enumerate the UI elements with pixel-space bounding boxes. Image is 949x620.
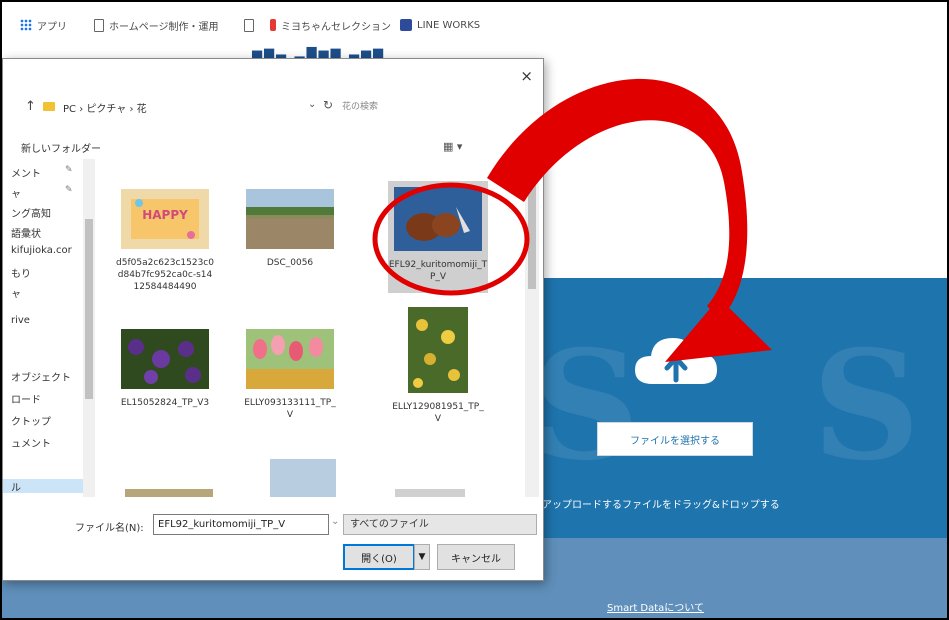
breadcrumb[interactable]: PC › ピクチャ › 花 <box>63 100 147 115</box>
bookmark-line-works[interactable]: LINE WORKS <box>400 16 480 34</box>
refresh-icon[interactable]: ↻ <box>323 98 333 112</box>
file-name: DSC_0056 <box>266 258 314 268</box>
address-bar: ↑ PC › ピクチャ › 花 ⌄ ↻ 花の検索 <box>3 95 543 121</box>
apps-grid-icon <box>20 19 32 31</box>
view-options-icon[interactable]: ▦ ▾ <box>443 140 462 153</box>
drop-instruction: アップロードするファイルをドラッグ&ドロップする <box>542 500 780 511</box>
sidebar-item[interactable]: オブジェクト <box>11 369 71 384</box>
file-thumbnail-partial <box>395 489 465 497</box>
bookmark-label: LINE WORKS <box>417 19 481 31</box>
svg-text:HAPPY: HAPPY <box>142 208 188 222</box>
file-item-selected[interactable]: EFL92_kuritomomiji_TP_V <box>388 181 488 293</box>
bookmark-selection[interactable]: ミヨちゃんセレクション <box>270 16 391 34</box>
file-name: EFL92_kuritomomiji_TP_V <box>388 260 488 282</box>
sidebar-item[interactable]: ャ <box>11 185 21 200</box>
sidebar-item[interactable]: メント <box>11 165 41 180</box>
open-options-dropdown[interactable]: ▼ <box>414 544 430 570</box>
file-open-dialog: × ↑ PC › ピクチャ › 花 ⌄ ↻ 花の検索 新しいフォルダー ▦ ▾ … <box>2 58 544 581</box>
chevron-down-icon[interactable]: ⌄ <box>331 516 339 527</box>
folder-icon <box>43 102 55 111</box>
decorative-shape: S <box>812 318 921 494</box>
sidebar-item[interactable]: もり <box>11 265 31 280</box>
sidebar-item[interactable]: クトップ <box>11 413 51 428</box>
file-item[interactable]: HAPPY d5f05a2c623c1523c0d84b7fc952ca0c-s… <box>110 189 220 293</box>
page-icon <box>94 18 104 32</box>
sidebar-item[interactable]: rive <box>11 315 30 326</box>
file-name: ELLY129081951_TP_V <box>392 402 484 424</box>
sidebar-item[interactable]: 語彙状 <box>11 225 41 240</box>
bookmark-icon <box>270 19 276 31</box>
line-works-icon <box>400 19 412 31</box>
file-thumbnail <box>394 187 482 251</box>
screenshot-frame: アプリ ホームページ制作・運用 ミヨちゃんセレクション LINE WORKS ▅… <box>0 0 949 620</box>
chevron-down-icon[interactable]: ⌄ <box>308 99 316 110</box>
file-thumbnail <box>121 329 209 389</box>
open-button[interactable]: 開く(O) <box>343 544 415 570</box>
sidebar-item[interactable]: ル <box>11 479 21 494</box>
bookmark-label: ホームページ制作・運用 <box>109 21 219 33</box>
file-thumbnail-partial <box>125 489 213 497</box>
navigation-pane: メント ✎ ャ ✎ ング高知 語彙状 kifujioka.cor もり ャ ri… <box>3 159 95 497</box>
sidebar-item[interactable]: ャ <box>11 285 21 300</box>
file-thumbnail: HAPPY <box>121 189 209 249</box>
pin-icon: ✎ <box>65 165 73 175</box>
close-icon[interactable]: × <box>520 67 533 85</box>
sidebar-item[interactable]: kifujioka.cor <box>11 245 72 256</box>
pin-icon: ✎ <box>65 185 73 195</box>
file-name: d5f05a2c623c1523c0d84b7fc952ca0c-s141258… <box>116 258 214 292</box>
file-thumbnail <box>246 189 334 249</box>
bookmark-homepage[interactable]: ホームページ制作・運用 <box>94 16 219 34</box>
file-thumbnail <box>246 329 334 389</box>
select-file-button[interactable]: ファイルを選択する <box>597 422 753 456</box>
file-item[interactable]: DSC_0056 <box>235 189 345 269</box>
dialog-toolbar: 新しいフォルダー ▦ ▾ <box>3 137 543 159</box>
filetype-select[interactable]: すべてのファイル <box>343 514 537 535</box>
sidebar-scrollbar[interactable] <box>83 159 95 497</box>
decorative-shape: S <box>542 318 641 494</box>
scrollbar-thumb[interactable] <box>528 179 536 289</box>
bookmark-apps[interactable]: アプリ <box>20 16 67 34</box>
sidebar-item[interactable]: ロード <box>11 391 41 406</box>
cloud-upload-icon <box>635 338 717 384</box>
up-arrow-icon[interactable]: ↑ <box>25 99 36 114</box>
page-header-area <box>542 48 947 278</box>
bookmark-page[interactable] <box>244 16 254 34</box>
page-icon <box>244 18 254 32</box>
file-list-scrollbar[interactable] <box>525 159 539 497</box>
file-item[interactable]: EL15052824_TP_V3 <box>110 329 220 409</box>
file-item[interactable]: ELLY129081951_TP_V <box>383 307 493 425</box>
upload-area[interactable]: S S ファイルを選択する アップロードするファイルをドラッグ&ドロップする <box>542 278 947 538</box>
cancel-button[interactable]: キャンセル <box>437 544 515 570</box>
file-list: HAPPY d5f05a2c623c1523c0d84b7fc952ca0c-s… <box>95 159 525 497</box>
smart-data-link[interactable]: Smart Dataについて <box>607 599 704 614</box>
filename-input[interactable]: EFL92_kuritomomiji_TP_V <box>153 514 329 535</box>
new-folder-button[interactable]: 新しいフォルダー <box>21 140 101 155</box>
search-input[interactable]: 花の検索 <box>338 99 532 115</box>
file-name: ELLY093133111_TP_V <box>244 398 336 420</box>
file-thumbnail-partial <box>270 459 336 497</box>
file-item[interactable]: ELLY093133111_TP_V <box>235 329 345 421</box>
bookmarks-bar: アプリ ホームページ制作・運用 ミヨちゃんセレクション LINE WORKS <box>2 2 947 48</box>
bookmark-label: アプリ <box>37 21 67 33</box>
filename-label: ファイル名(N): <box>75 523 144 534</box>
scrollbar-thumb[interactable] <box>85 219 93 399</box>
file-name: EL15052824_TP_V3 <box>120 398 210 408</box>
bookmark-label: ミヨちゃんセレクション <box>281 21 391 33</box>
sidebar-item[interactable]: ング高知 <box>11 205 51 220</box>
sidebar-item[interactable]: ュメント <box>11 435 51 450</box>
file-thumbnail <box>408 307 468 393</box>
